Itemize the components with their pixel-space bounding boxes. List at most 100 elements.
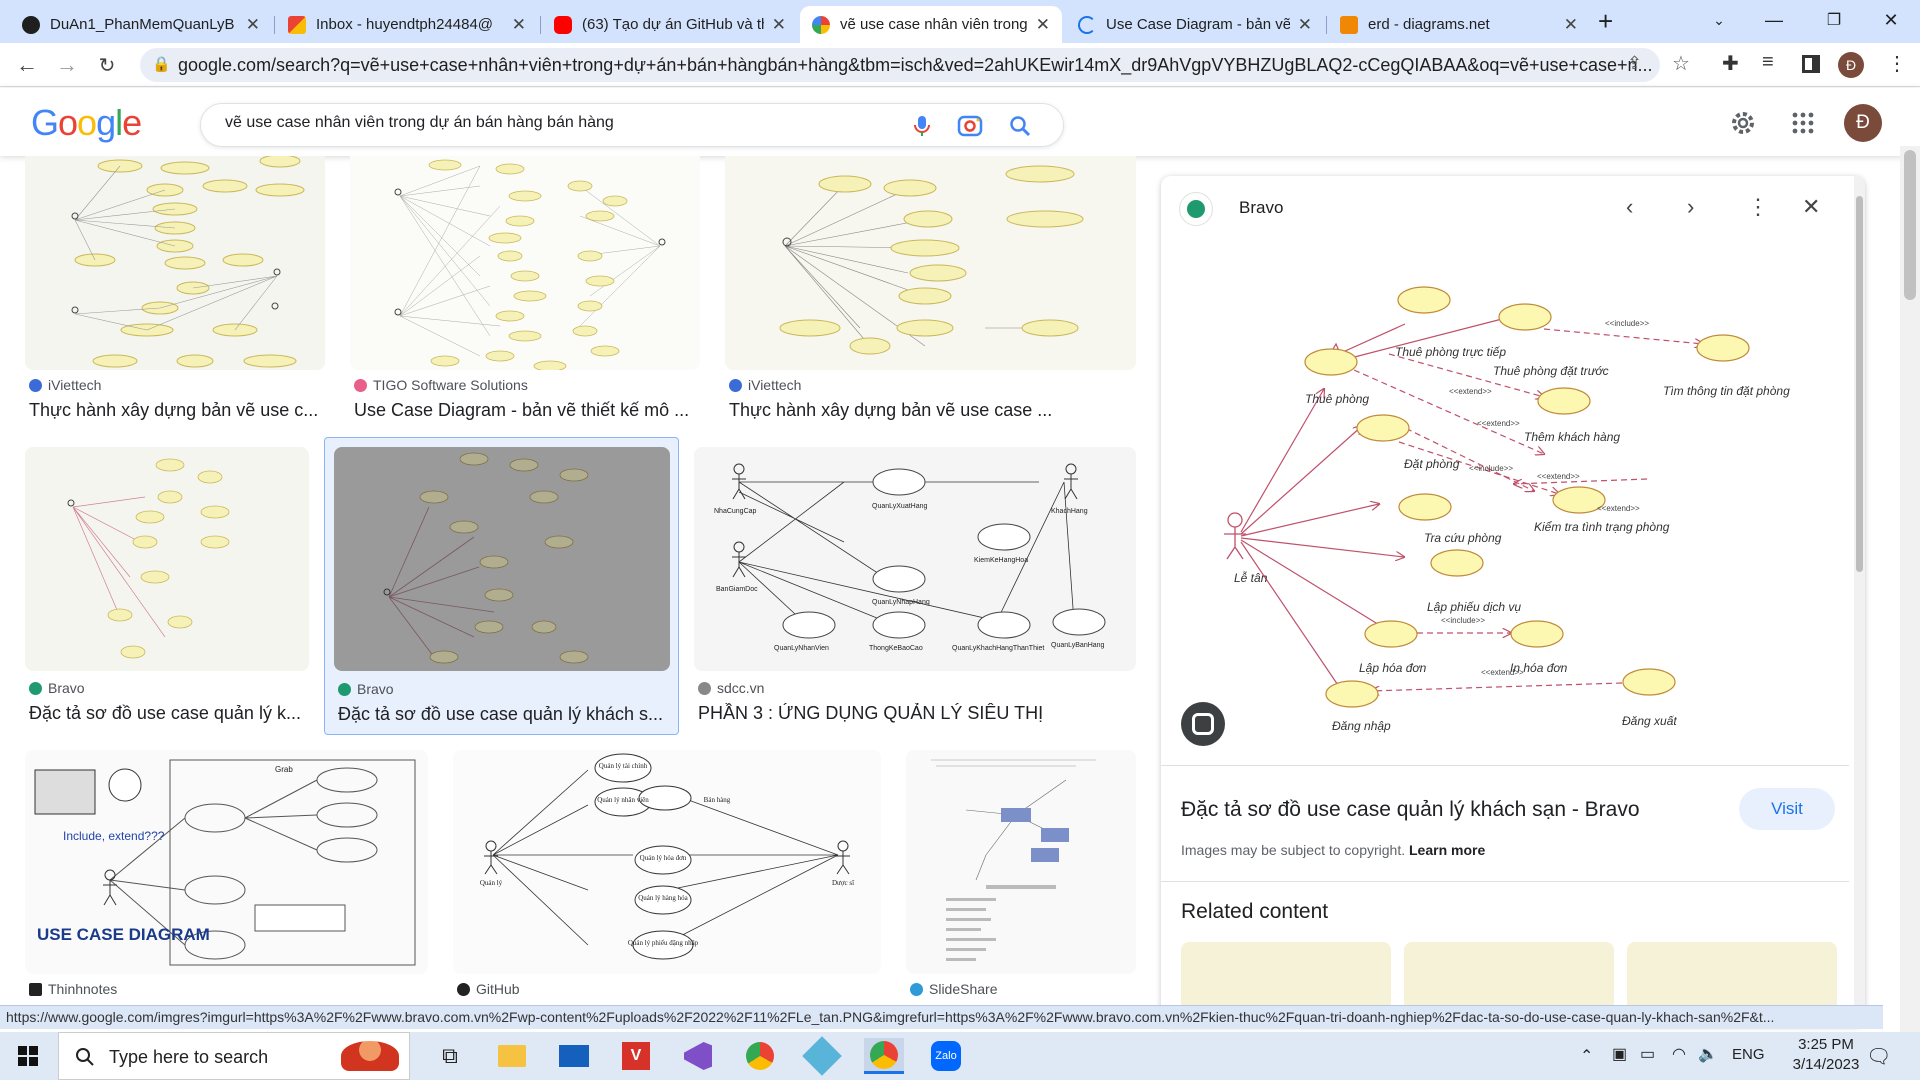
result-source[interactable]: GitHub [457, 981, 520, 997]
close-window-button[interactable]: ✕ [1862, 0, 1920, 40]
reload-icon[interactable]: ↻ [92, 50, 122, 80]
search-input[interactable] [225, 114, 885, 132]
lens-icon[interactable] [957, 114, 983, 138]
close-icon[interactable]: ✕ [1036, 15, 1050, 35]
extensions-icon[interactable]: ✚ [1722, 51, 1739, 76]
result-source[interactable]: SlideShare [910, 981, 998, 997]
result-source[interactable]: sdcc.vn [698, 680, 764, 696]
result-card-selected[interactable]: Bravo Đặc tả sơ đồ use case quản lý khác… [324, 437, 679, 735]
result-card[interactable]: SlideShare [906, 750, 1136, 1005]
result-thumbnail[interactable] [25, 447, 309, 671]
result-thumbnail[interactable] [906, 750, 1136, 974]
more-options-icon[interactable]: ⋮ [1747, 194, 1769, 220]
wifi-icon[interactable]: ◠ [1672, 1044, 1686, 1064]
settings-gear-icon[interactable] [1729, 109, 1757, 137]
result-title[interactable]: Thực hành xây dựng bản vẽ use case ... [729, 400, 1136, 421]
chrome-icon[interactable] [740, 1038, 780, 1074]
apps-grid-icon[interactable] [1792, 112, 1814, 134]
result-thumbnail[interactable] [725, 156, 1136, 370]
side-panel-icon[interactable] [1802, 55, 1820, 73]
learn-more-link[interactable]: Learn more [1409, 842, 1485, 858]
page-scrollbar[interactable] [1900, 146, 1920, 1032]
result-thumbnail[interactable]: Include, extend??? USE CASE DIAGRAM Grab [25, 750, 428, 974]
result-card[interactable]: iViettech Thực hành xây dựng bản vẽ use … [725, 156, 1136, 426]
chrome-profile-icon[interactable] [864, 1038, 904, 1074]
result-card[interactable]: NhaCungCap KhachHang BanGiamDoc QuanLyXuatH… [694, 447, 1136, 723]
panel-scrollbar[interactable] [1854, 176, 1865, 1026]
result-source[interactable]: Thinhnotes [29, 981, 117, 997]
result-thumbnail[interactable] [334, 447, 670, 671]
language-indicator[interactable]: ENG [1732, 1046, 1765, 1063]
volume-icon[interactable]: 🔈 [1698, 1044, 1718, 1064]
result-title[interactable]: Thực hành xây dựng bản vẽ use c... [29, 400, 325, 421]
menu-kebab-icon[interactable]: ⋮ [1887, 51, 1907, 76]
visit-button[interactable]: Visit [1739, 788, 1835, 830]
result-source[interactable]: iViettech [29, 377, 101, 393]
result-card[interactable]: Include, extend??? USE CASE DIAGRAM Grab… [25, 750, 428, 1005]
file-explorer-icon[interactable] [492, 1038, 532, 1074]
result-title[interactable]: Đặc tả sơ đồ use case quản lý khách s... [338, 704, 673, 725]
tray-app-icon[interactable]: ▣ [1612, 1044, 1627, 1064]
mail-icon[interactable] [554, 1038, 594, 1074]
app-icon[interactable] [802, 1036, 842, 1076]
clock-date[interactable]: 3/14/2023 [1784, 1056, 1868, 1073]
task-view-icon[interactable]: ⧉ [430, 1038, 470, 1074]
next-icon[interactable]: › [1687, 194, 1694, 220]
google-logo[interactable]: Google [31, 102, 142, 144]
back-icon[interactable]: ← [12, 50, 42, 80]
previous-icon[interactable]: ‹ [1626, 194, 1633, 220]
result-thumbnail[interactable] [350, 156, 700, 370]
result-thumbnail[interactable]: Quản lý tài chính Quản lý nhân viên Quản l… [453, 750, 881, 974]
new-tab-button[interactable]: + [1598, 6, 1613, 37]
address-bar[interactable]: 🔒 google.com/search?q=vẽ+use+case+nhân+v… [140, 48, 1660, 82]
close-icon[interactable]: ✕ [246, 15, 260, 35]
restore-button[interactable]: ❐ [1805, 0, 1863, 40]
preview-image[interactable]: Lễ tân Thuê phòng trực tiếp Thuê phòng đ… [1179, 244, 1849, 740]
voice-search-icon[interactable] [913, 115, 931, 137]
result-thumbnail[interactable] [25, 156, 325, 370]
result-source[interactable]: Bravo [29, 680, 85, 696]
tray-chevron-icon[interactable]: ⌃ [1580, 1046, 1593, 1066]
search-icon[interactable] [1009, 115, 1031, 137]
result-thumbnail[interactable]: NhaCungCap KhachHang BanGiamDoc QuanLyXuatH… [694, 447, 1136, 671]
bookmark-star-icon[interactable]: ☆ [1672, 51, 1690, 76]
notifications-icon[interactable]: 🗨 [1866, 1044, 1891, 1069]
battery-icon[interactable]: ▭ [1640, 1044, 1655, 1064]
forward-icon[interactable]: → [52, 50, 82, 80]
media-icon[interactable]: ≡ [1762, 51, 1774, 74]
result-title[interactable]: Đặc tả sơ đồ use case quản lý k... [29, 703, 309, 724]
tab-search-icon[interactable]: ⌄ [1690, 0, 1748, 40]
visual-studio-icon[interactable] [678, 1038, 718, 1074]
tab-youtube[interactable]: (63) Tạo dự án GitHub và th ✕ [542, 6, 798, 43]
result-source[interactable]: iViettech [729, 377, 801, 393]
close-icon[interactable]: ✕ [1564, 15, 1578, 35]
lens-search-icon[interactable] [1181, 702, 1225, 746]
tab-drawio[interactable]: erd - diagrams.net ✕ [1328, 6, 1590, 43]
minimize-button[interactable]: — [1745, 0, 1803, 40]
close-icon[interactable]: ✕ [1298, 15, 1312, 35]
tab-use-case[interactable]: Use Case Diagram - bản vẽ ✕ [1066, 6, 1324, 43]
result-card[interactable]: iViettech Thực hành xây dựng bản vẽ use … [25, 156, 325, 426]
tab-github[interactable]: DuAn1_PhanMemQuanLyB ✕ [10, 6, 272, 43]
result-card[interactable]: Bravo Đặc tả sơ đồ use case quản lý k... [25, 447, 309, 723]
result-card[interactable]: Quản lý tài chính Quản lý nhân viên Quản l… [453, 750, 881, 1005]
profile-avatar[interactable]: Đ [1838, 52, 1864, 78]
panel-source[interactable]: Bravo [1239, 198, 1283, 218]
result-card[interactable]: TIGO Software Solutions Use Case Diagram… [350, 156, 700, 426]
result-source[interactable]: Bravo [338, 681, 394, 697]
close-icon[interactable]: ✕ [512, 15, 526, 35]
panel-title[interactable]: Đặc tả sơ đồ use case quản lý khách sạn … [1181, 798, 1640, 822]
result-title[interactable]: PHẦN 3 : ỨNG DỤNG QUẢN LÝ SIÊU THỊ [698, 703, 1136, 724]
clock-time[interactable]: 3:25 PM [1784, 1036, 1868, 1053]
share-icon[interactable]: ⇪ [1627, 53, 1642, 74]
unikey-icon[interactable]: V [616, 1038, 656, 1074]
google-account-avatar[interactable]: Đ [1844, 104, 1882, 142]
tab-google-search[interactable]: vẽ use case nhân viên trong ✕ [800, 6, 1062, 43]
taskbar-search[interactable]: Type here to search [58, 1032, 410, 1080]
close-icon[interactable]: ✕ [772, 15, 786, 35]
windows-start-icon[interactable] [18, 1046, 38, 1066]
site-info-icon[interactable]: 🔒 [152, 48, 171, 82]
result-title[interactable]: Use Case Diagram - bản vẽ thiết kế mô ..… [354, 400, 700, 421]
tab-gmail[interactable]: Inbox - huyendtph24484@ ✕ [276, 6, 538, 43]
close-icon[interactable]: ✕ [1802, 194, 1820, 220]
